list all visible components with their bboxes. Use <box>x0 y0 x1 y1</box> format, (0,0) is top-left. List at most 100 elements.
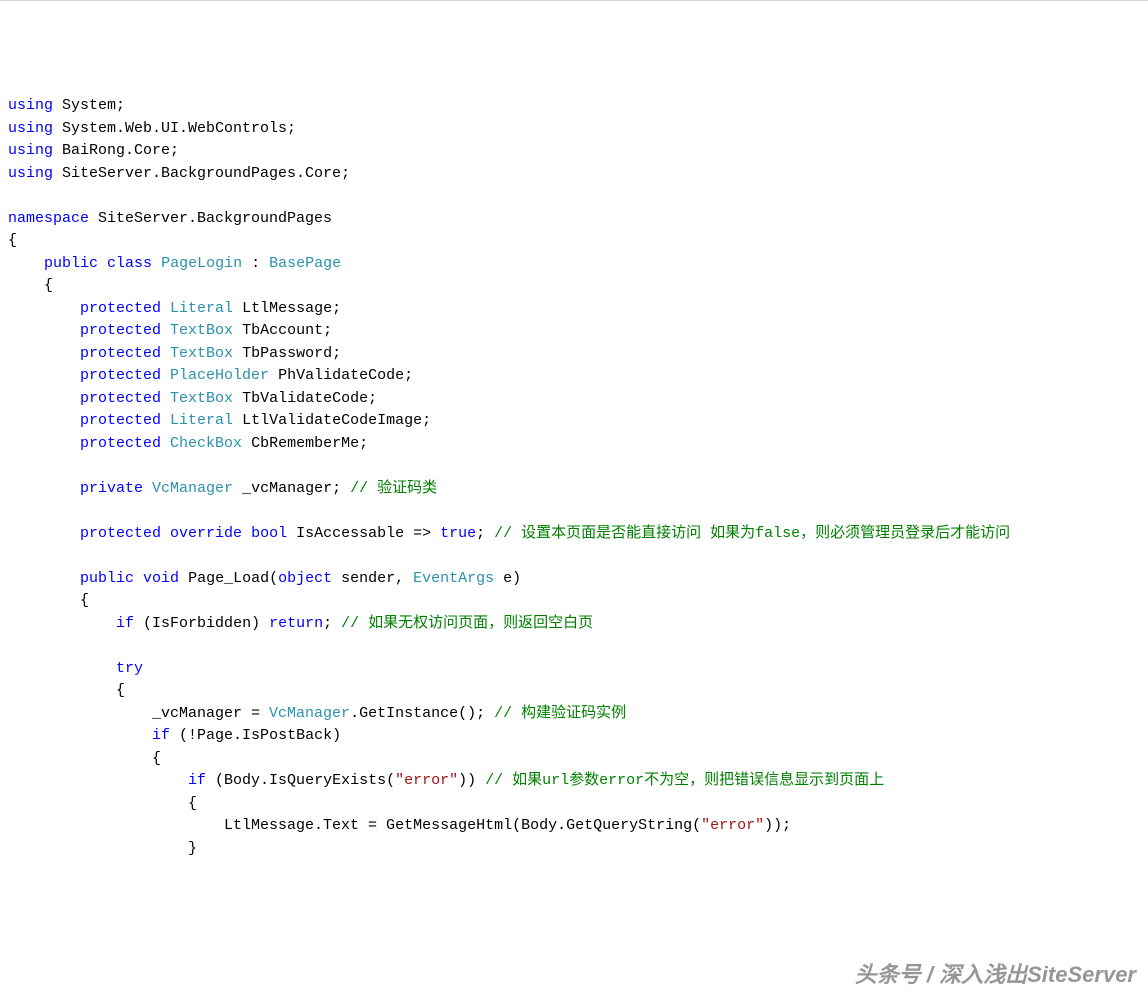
code-token: using <box>8 120 53 137</box>
code-token: if <box>188 772 206 789</box>
code-token <box>134 570 143 587</box>
code-line: protected Literal LtlValidateCodeImage; <box>8 410 1140 433</box>
code-token: if <box>116 615 134 632</box>
code-token <box>8 322 80 339</box>
code-token: private <box>80 480 143 497</box>
code-token <box>161 390 170 407</box>
code-token: { <box>8 592 89 609</box>
code-token: )) <box>458 772 485 789</box>
code-token: IsAccessable => <box>287 525 440 542</box>
code-token: System; <box>53 97 125 114</box>
code-line <box>8 500 1140 523</box>
code-token: } <box>8 840 197 857</box>
code-editor-content: using System;using System.Web.UI.WebCont… <box>8 95 1140 860</box>
code-token: e) <box>494 570 521 587</box>
code-token: TbPassword; <box>233 345 341 362</box>
code-line: if (!Page.IsPostBack) <box>8 725 1140 748</box>
code-token <box>161 322 170 339</box>
code-line: using System.Web.UI.WebControls; <box>8 118 1140 141</box>
code-token <box>8 255 44 272</box>
code-token: SiteServer.BackgroundPages.Core; <box>53 165 350 182</box>
code-token <box>8 345 80 362</box>
code-token: System.Web.UI.WebControls; <box>53 120 296 137</box>
code-token <box>8 390 80 407</box>
code-token <box>143 480 152 497</box>
code-token: TbValidateCode; <box>233 390 377 407</box>
code-token: "error" <box>701 817 764 834</box>
code-token <box>8 772 188 789</box>
code-token: sender, <box>332 570 413 587</box>
code-line: protected CheckBox CbRememberMe; <box>8 433 1140 456</box>
code-line <box>8 455 1140 478</box>
code-line: public void Page_Load(object sender, Eve… <box>8 568 1140 591</box>
code-token: Page_Load( <box>179 570 278 587</box>
code-line: private VcManager _vcManager; // 验证码类 <box>8 478 1140 501</box>
code-token <box>8 300 80 317</box>
code-token: protected <box>80 345 161 362</box>
code-line: } <box>8 838 1140 861</box>
code-line: protected TextBox TbPassword; <box>8 343 1140 366</box>
code-token: protected <box>80 412 161 429</box>
code-token: BaiRong.Core; <box>53 142 179 159</box>
code-token <box>8 525 80 542</box>
code-line: using BaiRong.Core; <box>8 140 1140 163</box>
code-line: { <box>8 793 1140 816</box>
watermark-text: 头条号 / 深入浅出SiteServer <box>855 958 1136 991</box>
code-token <box>8 412 80 429</box>
code-token: { <box>8 232 17 249</box>
code-token: CheckBox <box>170 435 242 452</box>
code-token: // 设置本页面是否能直接访问 如果为false，则必须管理员登录后才能访问 <box>494 525 1010 542</box>
code-token: object <box>278 570 332 587</box>
code-token: TextBox <box>170 322 233 339</box>
code-token <box>8 570 80 587</box>
code-token: VcManager <box>152 480 233 497</box>
code-token: TextBox <box>170 345 233 362</box>
code-token: { <box>8 277 53 294</box>
code-token: protected <box>80 525 161 542</box>
code-token: protected <box>80 367 161 384</box>
code-token: TbAccount; <box>233 322 332 339</box>
code-token: { <box>8 682 125 699</box>
code-line: protected TextBox TbValidateCode; <box>8 388 1140 411</box>
code-line: if (Body.IsQueryExists("error")) // 如果ur… <box>8 770 1140 793</box>
code-token: try <box>116 660 143 677</box>
code-line: _vcManager = VcManager.GetInstance(); //… <box>8 703 1140 726</box>
code-line: { <box>8 275 1140 298</box>
code-token: // 如果url参数error不为空，则把错误信息显示到页面上 <box>485 772 884 789</box>
code-line: protected Literal LtlMessage; <box>8 298 1140 321</box>
code-token: ; <box>323 615 341 632</box>
code-token: VcManager <box>269 705 350 722</box>
code-token: (IsForbidden) <box>134 615 269 632</box>
code-token: (Body.IsQueryExists( <box>206 772 395 789</box>
code-line: protected TextBox TbAccount; <box>8 320 1140 343</box>
code-token <box>242 525 251 542</box>
code-line: namespace SiteServer.BackgroundPages <box>8 208 1140 231</box>
code-line: public class PageLogin : BasePage <box>8 253 1140 276</box>
code-token <box>161 412 170 429</box>
code-line: { <box>8 748 1140 771</box>
code-token: .GetInstance(); <box>350 705 494 722</box>
code-line: using SiteServer.BackgroundPages.Core; <box>8 163 1140 186</box>
code-line: LtlMessage.Text = GetMessageHtml(Body.Ge… <box>8 815 1140 838</box>
code-token: PhValidateCode; <box>269 367 413 384</box>
code-line: using System; <box>8 95 1140 118</box>
code-token: )); <box>764 817 791 834</box>
code-token <box>161 300 170 317</box>
code-token: namespace <box>8 210 89 227</box>
code-line <box>8 545 1140 568</box>
code-token <box>8 480 80 497</box>
code-token: EventArgs <box>413 570 494 587</box>
code-line <box>8 635 1140 658</box>
code-token <box>161 367 170 384</box>
code-token: ; <box>476 525 494 542</box>
code-token: SiteServer.BackgroundPages <box>89 210 332 227</box>
code-token: // 如果无权访问页面，则返回空白页 <box>341 615 593 632</box>
code-token <box>8 367 80 384</box>
code-token: override <box>170 525 242 542</box>
code-token: if <box>152 727 170 744</box>
code-token <box>8 727 152 744</box>
code-token: public <box>44 255 98 272</box>
code-token: protected <box>80 300 161 317</box>
code-token <box>161 525 170 542</box>
code-token: : <box>242 255 269 272</box>
